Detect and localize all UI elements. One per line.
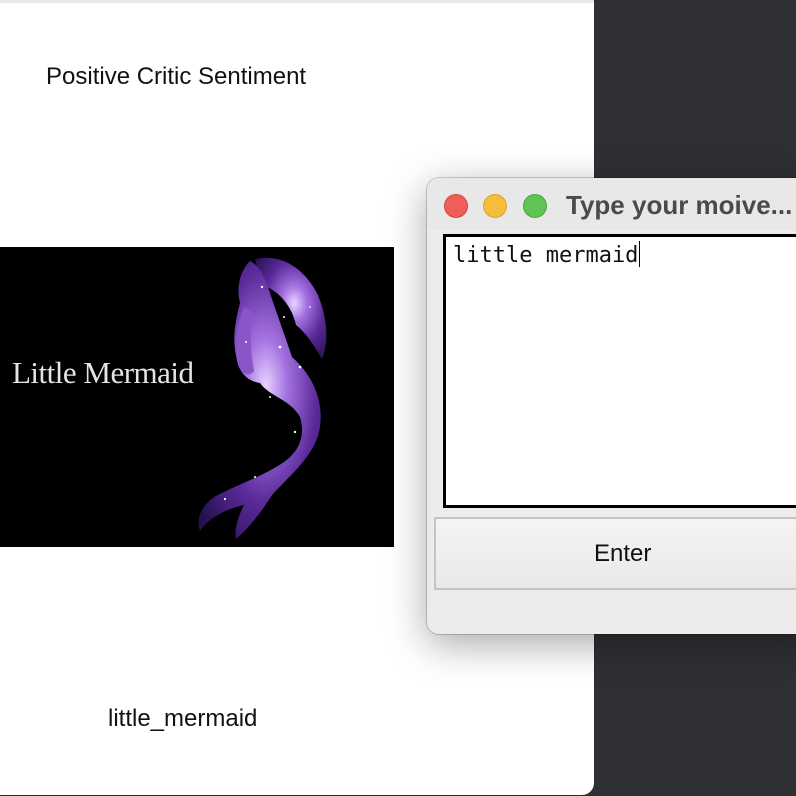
enter-button[interactable]: Enter (434, 517, 796, 590)
minimize-button[interactable] (483, 194, 507, 218)
movie-text-input[interactable]: little mermaid (443, 234, 796, 508)
text-cursor (639, 241, 641, 267)
movie-input-dialog: Type your moive... little mermaid Enter (427, 178, 796, 634)
dialog-titlebar[interactable]: Type your moive... (427, 178, 796, 230)
sentiment-label: Positive Critic Sentiment (46, 63, 307, 90)
maximize-button[interactable] (523, 194, 547, 218)
poster-title-text: Little Mermaid (12, 355, 194, 390)
dialog-title: Type your moive... (566, 190, 793, 220)
close-button[interactable] (444, 194, 468, 218)
mermaid-silhouette (198, 257, 327, 539)
desktop: Positive Critic Sentiment Little Mermaid… (0, 0, 796, 796)
movie-filename-label: little_mermaid (108, 705, 258, 732)
movie-poster-image: Little Mermaid (0, 247, 394, 547)
input-value: little mermaid (453, 243, 639, 268)
